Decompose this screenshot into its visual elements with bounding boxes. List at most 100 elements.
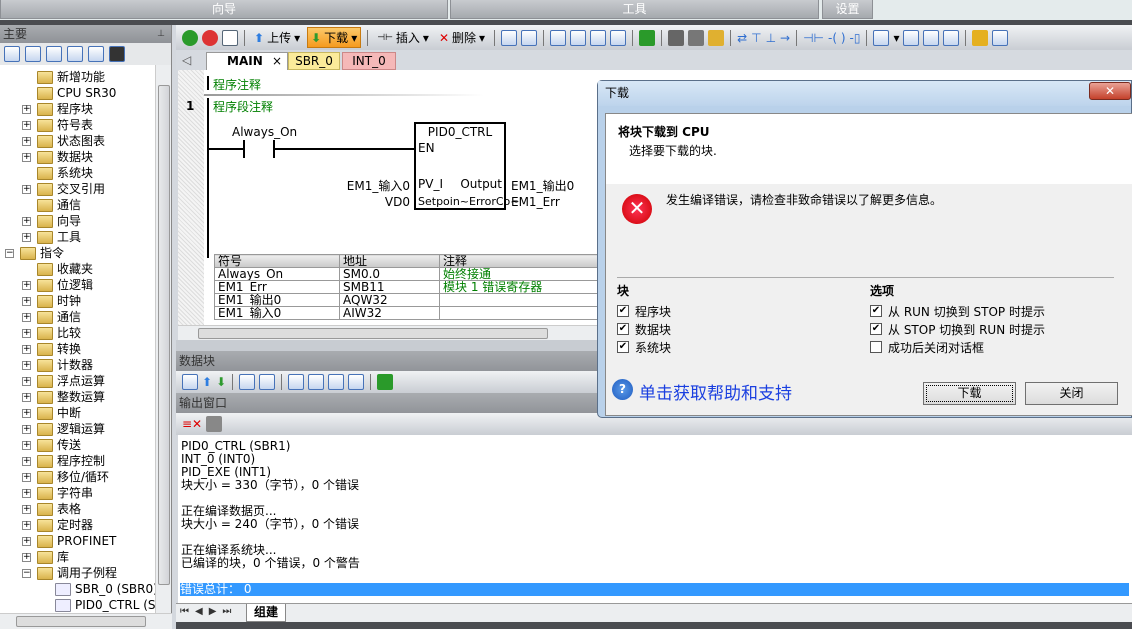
help-link[interactable]: 单击获取帮助和支持	[639, 379, 792, 404]
tree-item[interactable]: + 库	[0, 549, 155, 565]
program-comment[interactable]: 程序注释	[213, 76, 261, 93]
error-total-line[interactable]: 错误总计： 0	[180, 583, 1129, 596]
tree-item[interactable]: + 移位/循环	[0, 469, 155, 485]
tree-item[interactable]: − 调用子例程	[0, 565, 155, 581]
expand-icon[interactable]: +	[22, 377, 31, 386]
prev-bookmark-icon[interactable]	[570, 29, 587, 46]
data-block-icon[interactable]	[67, 46, 83, 62]
compile-icon[interactable]	[222, 29, 238, 46]
line-up-icon[interactable]: ⊥	[766, 31, 776, 45]
checkbox-options[interactable]: ✔ 从 RUN 切换到 STOP 时提示	[870, 302, 1045, 320]
symbol-table-icon[interactable]	[25, 46, 41, 62]
tab-navigation-icon[interactable]: ⏮◀▶⏭	[180, 606, 237, 617]
tree-item[interactable]: + 符号表	[0, 117, 155, 133]
expand-icon[interactable]: +	[22, 297, 31, 306]
program-block-icon[interactable]	[4, 46, 20, 62]
scroll-thumb[interactable]	[158, 85, 170, 585]
run-icon[interactable]	[182, 29, 198, 46]
tree-item[interactable]: + 状态图表	[0, 133, 155, 149]
tree-item[interactable]: + 工具	[0, 229, 155, 245]
download-button[interactable]: ⬇ 下载 ▾	[307, 27, 362, 48]
tree-item[interactable]: + 转换	[0, 341, 155, 357]
expand-icon[interactable]: +	[22, 233, 31, 242]
tree-item[interactable]: + 字符串	[0, 485, 155, 501]
lock-icon[interactable]	[668, 29, 685, 46]
symbol-table-toggle-icon[interactable]	[903, 29, 920, 46]
tree-horizontal-scrollbar[interactable]	[0, 613, 172, 629]
expand-icon[interactable]: +	[22, 521, 31, 530]
tree-item[interactable]: + 交叉引用	[0, 181, 155, 197]
checkbox-blocks[interactable]: ✔ 程序块	[617, 302, 671, 320]
expand-icon[interactable]: +	[22, 329, 31, 338]
ribbon-tab-tools[interactable]: 工具	[450, 0, 819, 19]
comment-icon[interactable]	[923, 29, 940, 46]
upload-button[interactable]: ⬆ 上传 ▾	[251, 28, 303, 47]
expand-icon[interactable]: +	[22, 537, 31, 546]
tree-item[interactable]: CPU SR30	[0, 85, 155, 101]
close-button[interactable]: 关闭	[1025, 382, 1118, 405]
goto-icon[interactable]	[377, 374, 394, 390]
tree-item[interactable]: + 比较	[0, 325, 155, 341]
next-bookmark-icon[interactable]	[590, 29, 607, 46]
ribbon-tab-settings[interactable]: 设置	[822, 0, 873, 19]
tree-item[interactable]: 收藏夹	[0, 261, 155, 277]
tree-item[interactable]: + 逻辑运算	[0, 421, 155, 437]
help-icon[interactable]: ?	[612, 379, 633, 400]
expand-icon[interactable]: +	[22, 217, 31, 226]
tree-item[interactable]: + 数据块	[0, 149, 155, 165]
expand-icon[interactable]: +	[22, 489, 31, 498]
tree-item[interactable]: + 程序控制	[0, 453, 155, 469]
expand-icon[interactable]: +	[22, 457, 31, 466]
box-icon[interactable]: -▯	[850, 31, 861, 45]
upload-icon[interactable]: ⬆	[202, 375, 212, 389]
insert-button[interactable]: ⊣⊢ 插入 ▾	[374, 28, 432, 47]
expand-icon[interactable]: +	[22, 345, 31, 354]
lock-add-icon[interactable]	[708, 29, 725, 46]
tree-vertical-scrollbar[interactable]	[155, 65, 171, 613]
unlock-icon[interactable]	[688, 29, 705, 46]
contact-icon[interactable]: ⊣⊢	[803, 31, 824, 45]
close-icon[interactable]: ✕	[1089, 82, 1131, 100]
pv-input[interactable]: EM1_输入0	[347, 177, 410, 194]
checkbox-icon[interactable]: ✔	[870, 305, 882, 317]
download-icon[interactable]: ⬇	[216, 375, 226, 389]
expand-icon[interactable]: +	[22, 281, 31, 290]
properties-icon[interactable]	[992, 29, 1009, 46]
tree-item[interactable]: + 中断	[0, 405, 155, 421]
bookmark-icon[interactable]	[288, 374, 305, 390]
expand-icon[interactable]: +	[22, 441, 31, 450]
tree-item[interactable]: + 向导	[0, 213, 155, 229]
checkbox-icon[interactable]	[870, 341, 882, 353]
tree-item[interactable]: + 计数器	[0, 357, 155, 373]
pid-block[interactable]: PID0_CTRL EN PV_I Output Setpoin~ErrorCo…	[414, 122, 519, 210]
pin-icon[interactable]: ⊥	[157, 25, 165, 43]
tree-item[interactable]: + 时钟	[0, 293, 155, 309]
editor-horizontal-scrollbar[interactable]	[178, 325, 598, 340]
expand-icon[interactable]: +	[22, 313, 31, 322]
expand-icon[interactable]: +	[22, 425, 31, 434]
tree-item[interactable]: + 通信	[0, 309, 155, 325]
line-right-icon[interactable]: →	[780, 31, 790, 45]
tree-item[interactable]: + 整数运算	[0, 389, 155, 405]
expand-icon[interactable]: +	[22, 105, 31, 114]
ribbon-tab-wizard[interactable]: 向导	[0, 0, 448, 19]
tab-build[interactable]: 组建	[246, 604, 286, 622]
line-down-icon[interactable]: ⊤	[751, 31, 761, 45]
delete-icon[interactable]	[259, 374, 276, 390]
expand-icon[interactable]: +	[22, 121, 31, 130]
remove-bookmark-icon[interactable]	[348, 374, 365, 390]
output-window[interactable]: PID0_CTRL (SBR1) INT_0 (INT0) PID_EXE (INT…	[178, 435, 1132, 603]
checkbox-options[interactable]: 成功后关闭对话框	[870, 338, 1045, 356]
branch-icon[interactable]: ⇄	[737, 31, 747, 45]
communication-icon[interactable]	[109, 46, 125, 62]
network-comment[interactable]: 程序段注释	[213, 98, 273, 115]
expand-icon[interactable]: +	[22, 361, 31, 370]
prev-bookmark-icon[interactable]	[308, 374, 325, 390]
network-icon[interactable]	[501, 29, 518, 46]
checkbox-icon[interactable]: ✔	[617, 305, 629, 317]
tree-item[interactable]: 通信	[0, 197, 155, 213]
expand-icon[interactable]: +	[22, 505, 31, 514]
expand-icon[interactable]: +	[22, 185, 31, 194]
collapse-icon[interactable]: −	[5, 249, 14, 258]
tree-item[interactable]: + 位逻辑	[0, 277, 155, 293]
